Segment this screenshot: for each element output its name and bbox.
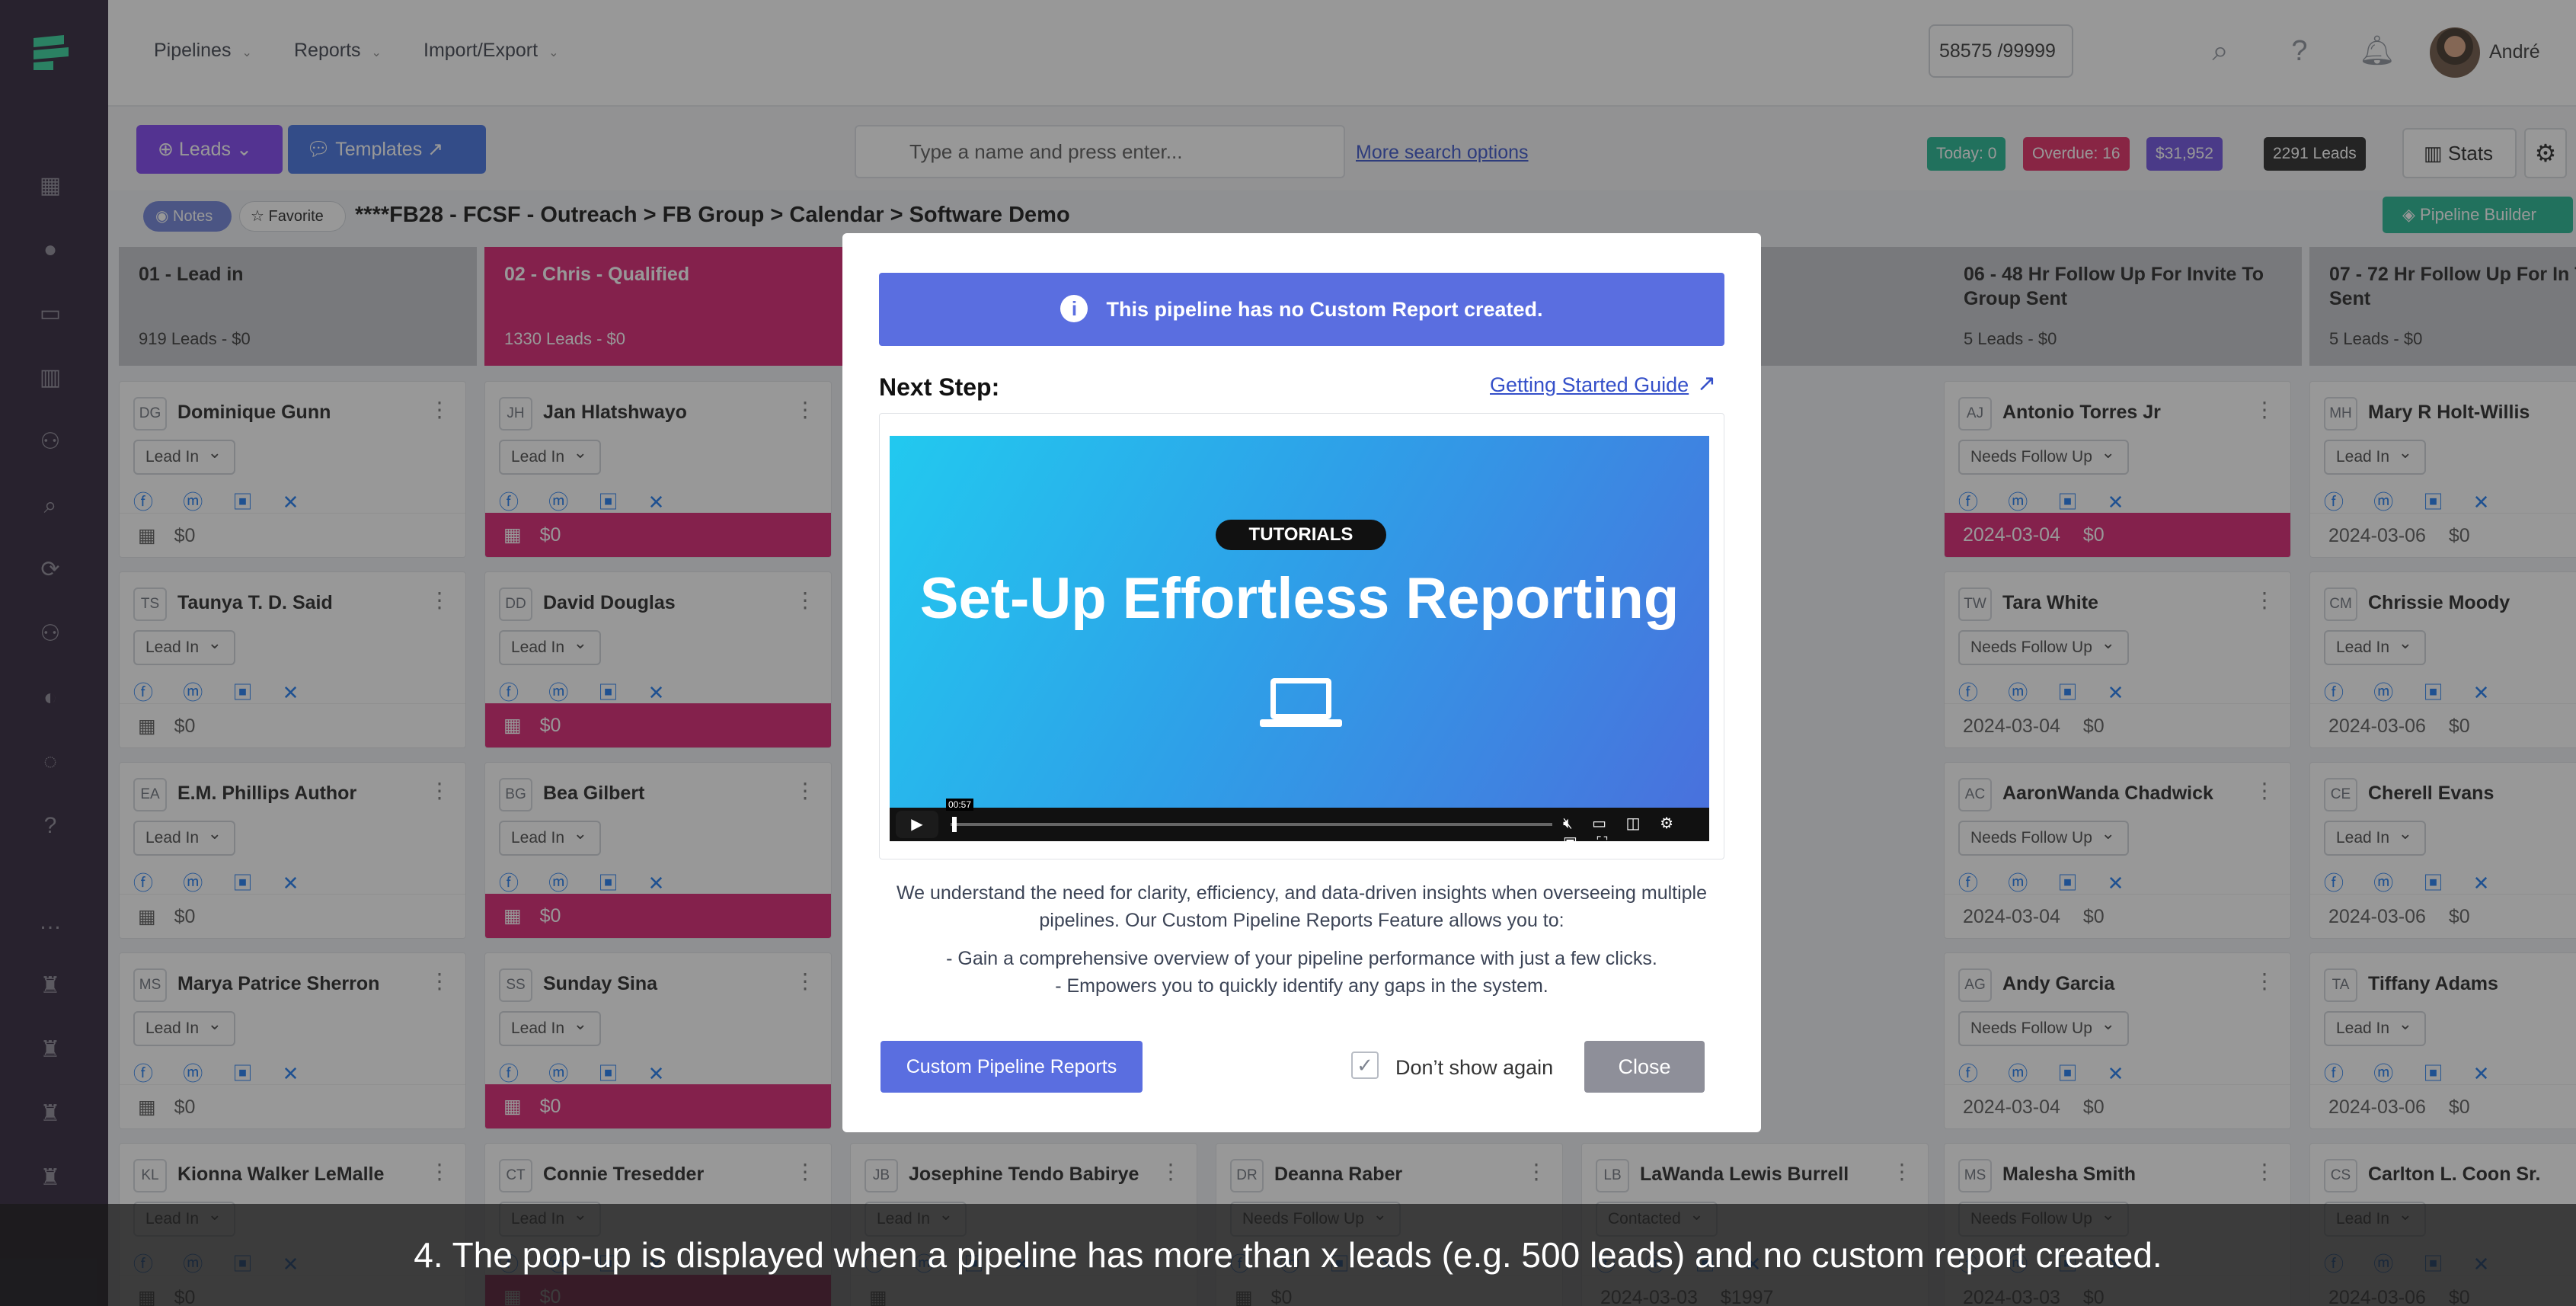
benefit-item: - Gain a comprehensive overview of your …: [946, 948, 1657, 969]
getting-started-guide-link[interactable]: Getting Started Guide: [1490, 373, 1689, 397]
dont-show-again-label[interactable]: Don’t show again: [1395, 1056, 1553, 1080]
app-window: ▦ ● ▭ ▥ ⚇ ⌕ ⟳ ⚇ ◐ ◌ ? … ♜ ♜ ♜ ♜ Pipeline…: [0, 0, 2576, 1306]
tutorials-badge: TUTORIALS: [1216, 520, 1386, 550]
custom-report-modal: i This pipeline has no Custom Report crea…: [842, 233, 1761, 1132]
dont-show-again-checkbox[interactable]: ✓: [1351, 1052, 1379, 1079]
alert-text: This pipeline has no Custom Report creat…: [1106, 298, 1543, 321]
description-text: We understand the need for clarity, effi…: [896, 882, 1708, 931]
next-step-heading: Next Step:: [879, 373, 1000, 401]
video-controls: ▶ 00:57 🔇︎ ▭ ◫ ⚙ ▣ ⛶: [890, 799, 1709, 851]
tutorial-caption: 4. The pop-up is displayed when a pipeli…: [0, 1204, 2576, 1306]
video-title: Set-Up Effortless Reporting: [919, 566, 1680, 631]
custom-pipeline-reports-button[interactable]: Custom Pipeline Reports: [881, 1041, 1143, 1093]
benefits-list: - Gain a comprehensive overview of your …: [879, 945, 1724, 1000]
benefit-item: - Empowers you to quickly identify any g…: [1055, 975, 1548, 997]
laptop-icon: [1270, 678, 1331, 719]
info-icon: i: [1060, 294, 1088, 322]
close-button[interactable]: Close: [1584, 1041, 1705, 1093]
video-time: 00:57: [946, 799, 974, 811]
video-progress-bar[interactable]: [951, 823, 1552, 826]
laptop-base: [1260, 719, 1342, 727]
external-link-icon[interactable]: ↗: [1697, 370, 1716, 397]
video-toolbar-icons[interactable]: 🔇︎ ▭ ◫ ⚙ ▣ ⛶: [1563, 814, 1709, 852]
info-alert: i This pipeline has no Custom Report crea…: [879, 273, 1724, 346]
play-icon[interactable]: ▶: [896, 811, 938, 838]
tutorial-video[interactable]: TUTORIALS Set-Up Effortless Reporting ▶ …: [890, 436, 1709, 851]
progress-knob[interactable]: [952, 817, 957, 832]
